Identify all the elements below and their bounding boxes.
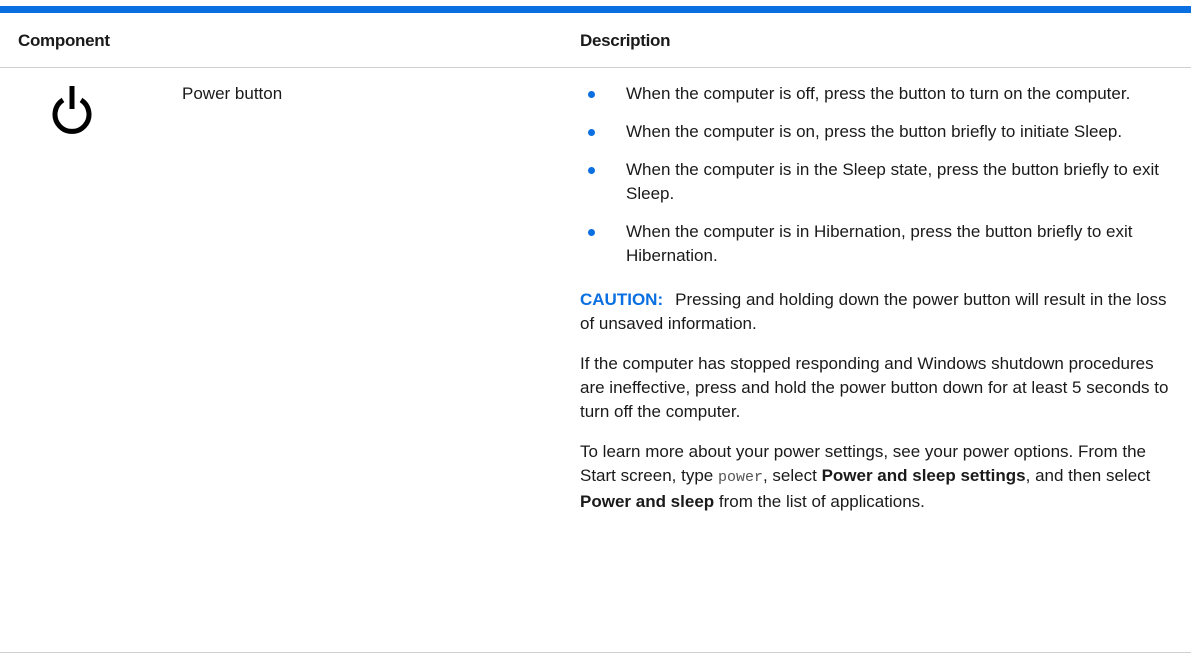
power-settings-paragraph: To learn more about your power settings,…	[580, 440, 1176, 514]
bullet-text: When the computer is on, press the butto…	[626, 122, 1123, 141]
bullet-dot-icon	[588, 229, 595, 236]
bullet-text: When the computer is off, press the butt…	[626, 84, 1131, 103]
bullet-dot-icon	[588, 129, 595, 136]
caution-text: Pressing and holding down the power butt…	[580, 290, 1167, 333]
header-component: Component	[18, 31, 110, 50]
settings-text-4: from the list of applications.	[714, 492, 925, 511]
bullet-text: When the computer is in Hibernation, pre…	[626, 222, 1133, 265]
caution-label: CAUTION:	[580, 290, 664, 309]
description-bullets: When the computer is off, press the butt…	[580, 82, 1176, 268]
settings-bold-power-and-sleep: Power and sleep	[580, 492, 715, 511]
settings-text-3: , and then select	[1025, 466, 1151, 485]
bullet-text: When the computer is in the Sleep state,…	[626, 160, 1159, 203]
component-name: Power button	[182, 84, 283, 103]
description-cell: When the computer is off, press the butt…	[580, 68, 1176, 514]
table-top-rule	[0, 6, 1191, 13]
unresponsive-paragraph: If the computer has stopped responding a…	[580, 354, 1169, 421]
component-table: Component Description Power button When …	[0, 0, 1191, 656]
power-icon	[52, 86, 92, 134]
header-description: Description	[580, 31, 671, 50]
list-item: When the computer is in the Sleep state,…	[580, 158, 1176, 206]
list-item: When the computer is on, press the butto…	[580, 120, 1176, 144]
table-row: Power button When the computer is off, p…	[0, 68, 1191, 653]
table-header-row: Component Description	[0, 13, 1191, 68]
caution-note: CAUTION: Pressing and holding down the po…	[580, 288, 1176, 336]
bullet-dot-icon	[588, 91, 595, 98]
settings-bold-power-and-sleep-settings: Power and sleep settings	[821, 466, 1026, 485]
settings-text-2: , select	[762, 466, 822, 485]
list-item: When the computer is off, press the butt…	[580, 82, 1176, 106]
bullet-dot-icon	[588, 167, 595, 174]
settings-code-power: power	[717, 469, 763, 486]
list-item: When the computer is in Hibernation, pre…	[580, 220, 1176, 268]
